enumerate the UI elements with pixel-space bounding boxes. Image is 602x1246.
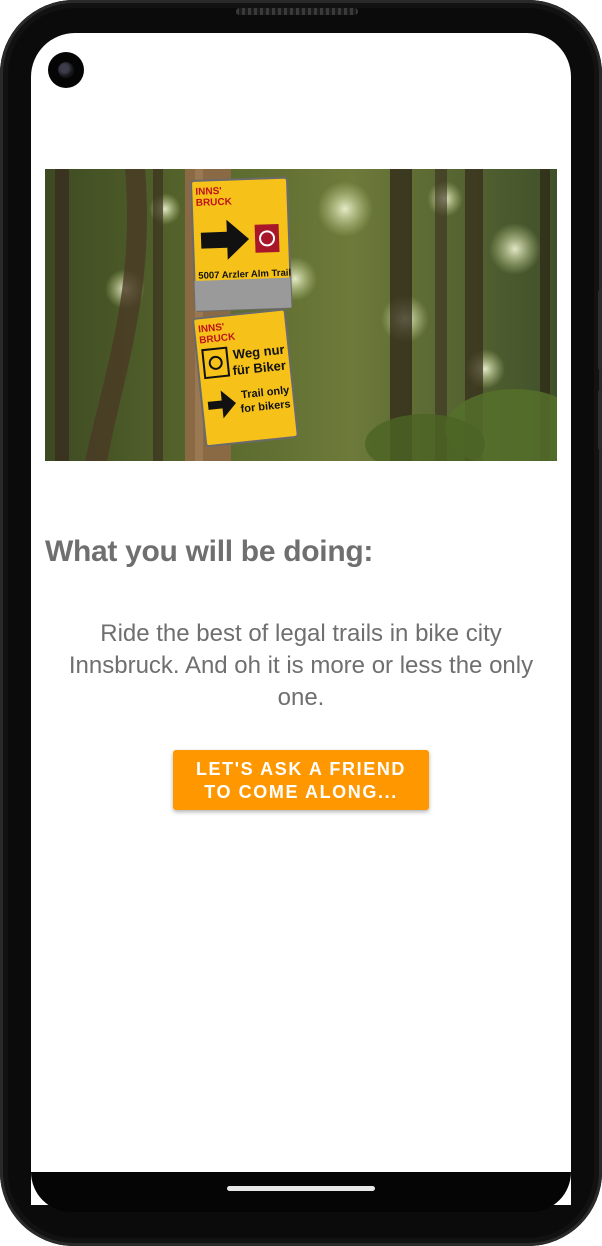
hero-image: INNS' BRUCK 5007 Arzler Alm Trail INNS' … bbox=[45, 169, 557, 461]
activity-description: Ride the best of legal trails in bike ci… bbox=[68, 620, 534, 711]
volume-button bbox=[598, 290, 602, 370]
ask-friend-button[interactable]: LET'S ASK A FRIEND TO COME ALONG... bbox=[173, 750, 429, 810]
phone-frame: INNS' BRUCK 5007 Arzler Alm Trail INNS' … bbox=[0, 0, 602, 1246]
power-button bbox=[598, 390, 602, 450]
svg-text:BRUCK: BRUCK bbox=[196, 197, 233, 209]
app-screen: INNS' BRUCK 5007 Arzler Alm Trail INNS' … bbox=[31, 33, 571, 1205]
earpiece-speaker bbox=[236, 8, 358, 15]
front-camera-icon bbox=[48, 52, 84, 88]
home-gesture-handle[interactable] bbox=[227, 1186, 375, 1191]
section-heading: What you will be doing: bbox=[45, 535, 374, 568]
trail-sign-photo: INNS' BRUCK 5007 Arzler Alm Trail INNS' … bbox=[45, 169, 557, 461]
sign-city-label: INNS' bbox=[195, 186, 222, 198]
navigation-bar bbox=[31, 1172, 571, 1212]
